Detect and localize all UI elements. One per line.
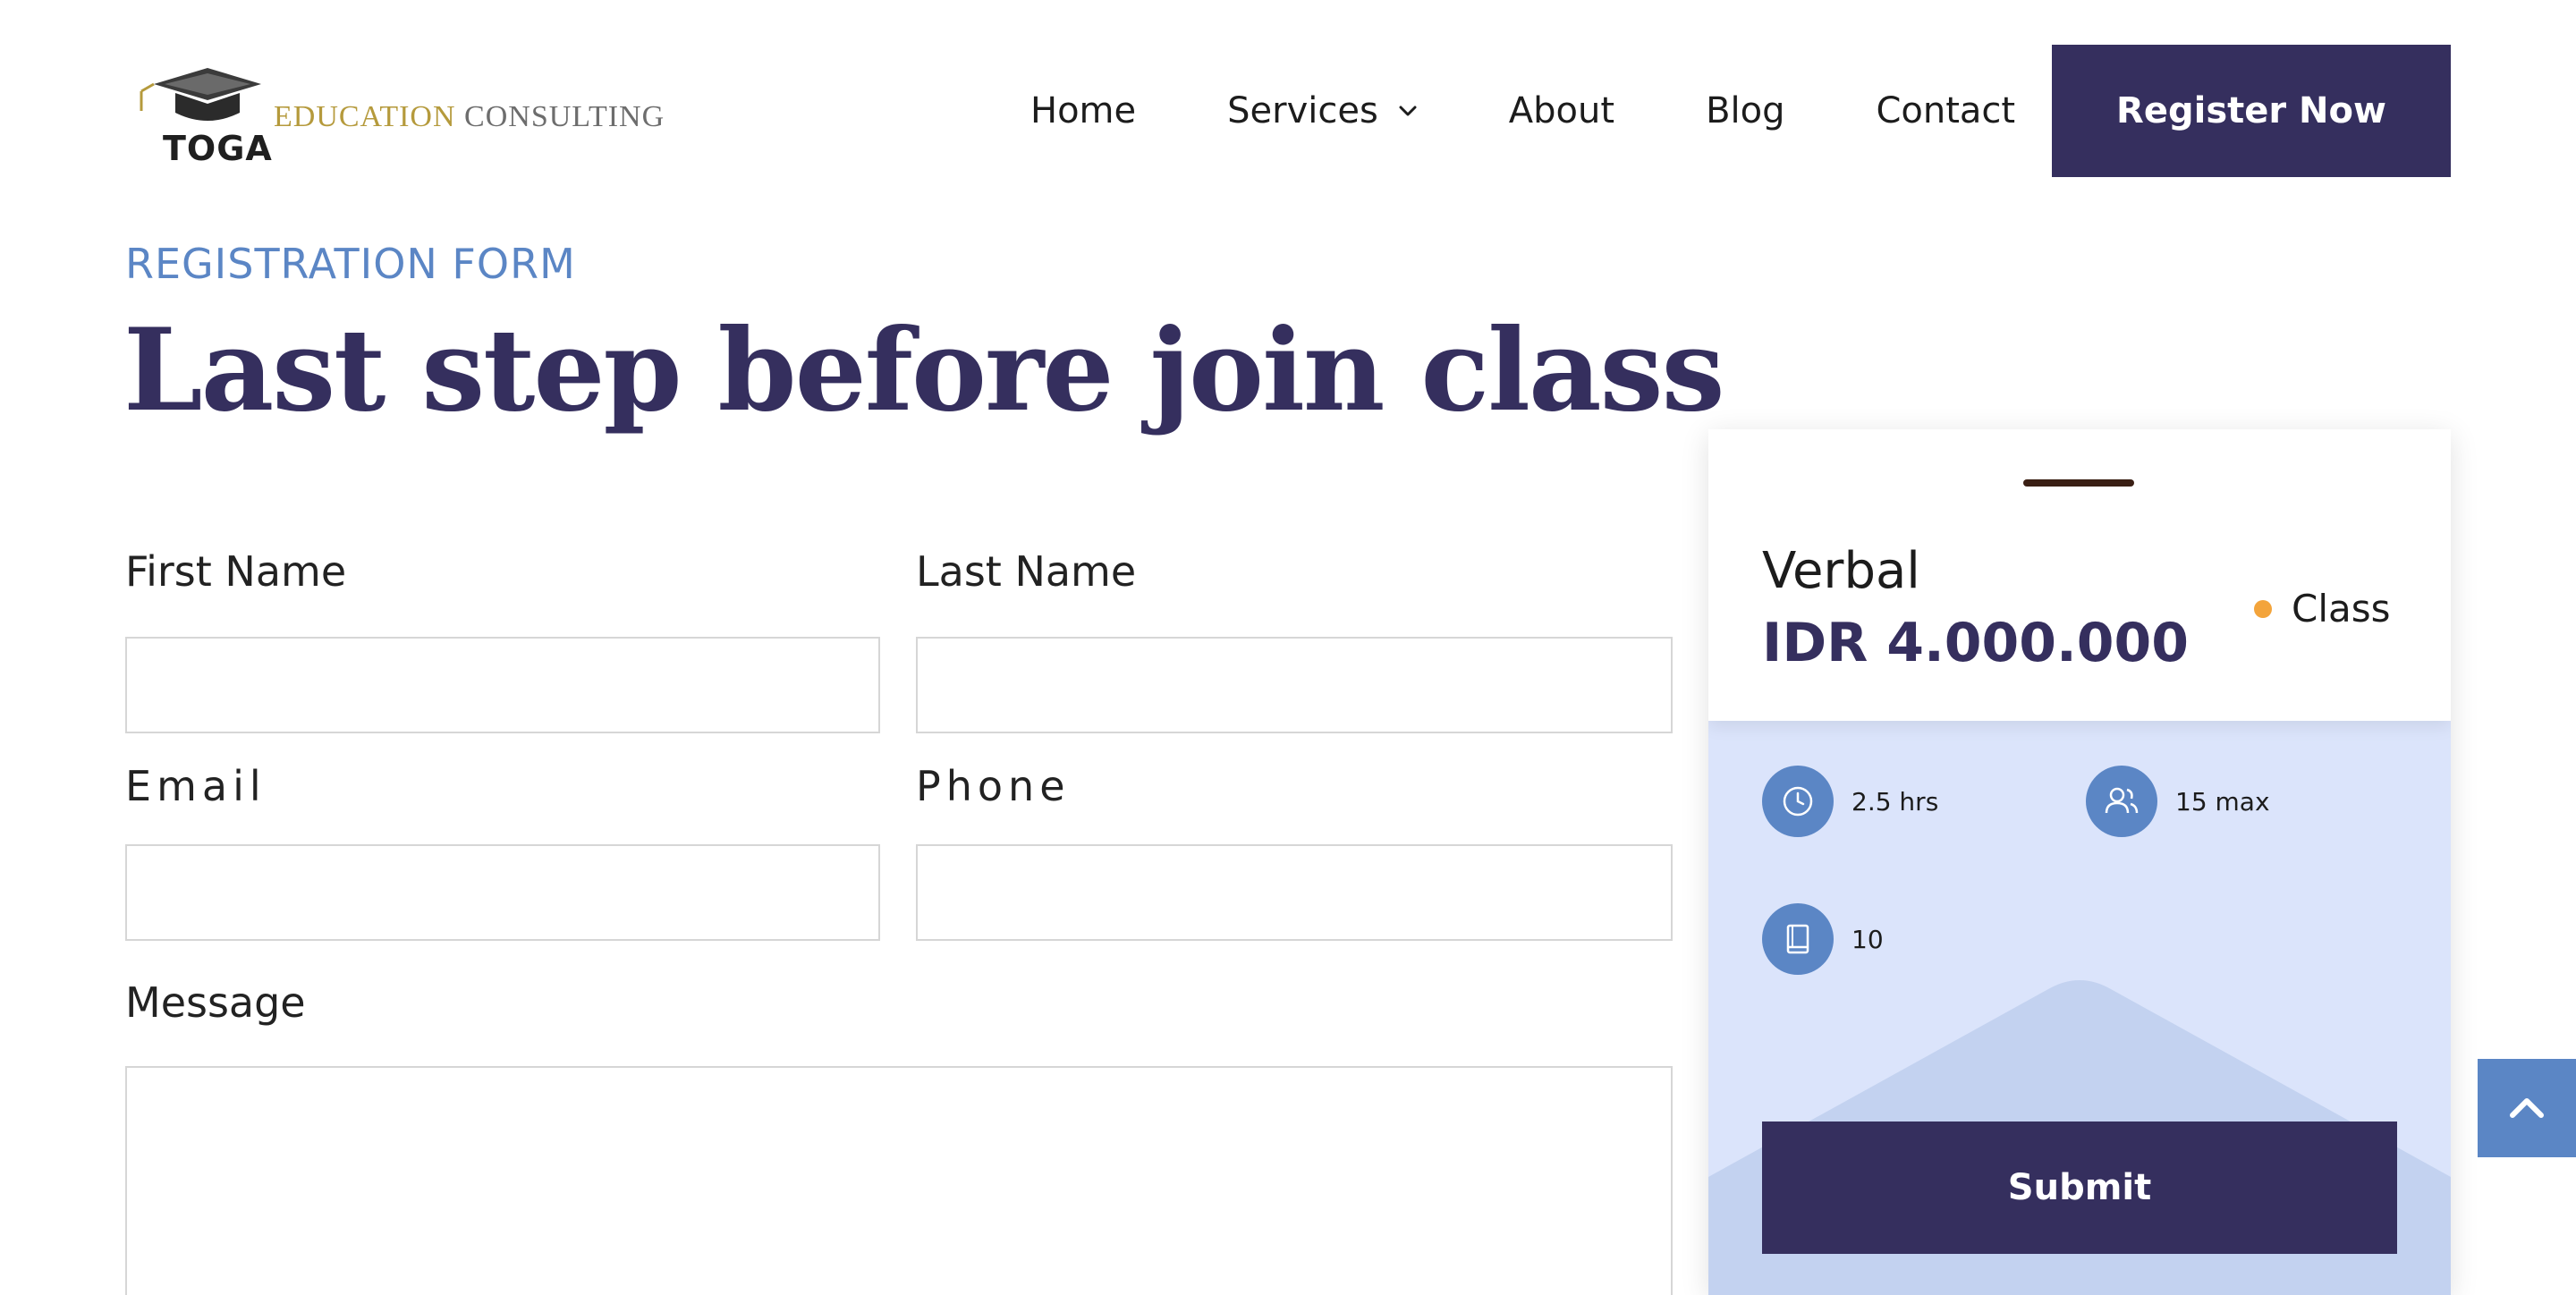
message-label: Message (125, 978, 306, 1027)
nav-services[interactable]: Services (1227, 90, 1418, 131)
logo-mark-text: TOGA (163, 129, 273, 168)
nav-blog[interactable]: Blog (1706, 90, 1784, 131)
status-dot-icon (2254, 599, 2272, 618)
submit-button[interactable]: Submit (1762, 1121, 2397, 1254)
capacity-text: 15 max (2175, 786, 2270, 817)
phone-label: Phone (916, 762, 1071, 810)
class-badge: Class (2254, 587, 2391, 631)
class-card-header: Verbal IDR 4.000.000 Class (1708, 429, 2451, 721)
scroll-to-top-button[interactable] (2478, 1059, 2576, 1157)
duration-text: 2.5 hrs (1852, 786, 1939, 817)
section-eyebrow: REGISTRATION FORM (125, 240, 576, 288)
main-nav: Home Services About Blog Contact (1030, 86, 2015, 136)
message-field[interactable] (125, 1066, 1673, 1295)
duration-feature: 2.5 hrs (1762, 766, 1938, 837)
graduation-cap-icon: TOGA (136, 61, 273, 168)
chevron-down-icon (1398, 101, 1418, 121)
clock-icon (1762, 766, 1834, 837)
users-icon (2086, 766, 2157, 837)
sessions-feature: 10 (1762, 903, 1884, 975)
register-now-button[interactable]: Register Now (2052, 45, 2451, 177)
chevron-up-icon (2510, 1098, 2544, 1118)
card-handle (2023, 479, 2134, 487)
logo-wordmark: EDUCATION CONSULTING (274, 100, 665, 134)
nav-about[interactable]: About (1509, 90, 1614, 131)
nav-services-label: Services (1227, 90, 1378, 131)
first-name-field[interactable] (125, 637, 880, 733)
logo-word-education: EDUCATION (274, 100, 456, 133)
last-name-field[interactable] (916, 637, 1673, 733)
class-price: IDR 4.000.000 (1762, 612, 2190, 674)
page-title: Last step before join class (123, 304, 1725, 436)
brand-logo[interactable]: TOGA EDUCATION CONSULTING (136, 57, 673, 168)
class-name: Verbal (1762, 542, 1920, 600)
class-badge-label: Class (2292, 587, 2391, 631)
first-name-label: First Name (125, 547, 347, 596)
nav-contact[interactable]: Contact (1876, 90, 2015, 131)
sessions-text: 10 (1852, 924, 1884, 954)
logo-word-consulting: CONSULTING (464, 100, 665, 133)
last-name-label: Last Name (916, 547, 1137, 596)
phone-field[interactable] (916, 844, 1673, 941)
email-field[interactable] (125, 844, 880, 941)
book-icon (1762, 903, 1834, 975)
email-label: Email (125, 762, 267, 810)
capacity-feature: 15 max (2086, 766, 2270, 837)
site-header: TOGA EDUCATION CONSULTING Home Services … (0, 0, 2576, 197)
nav-home[interactable]: Home (1030, 90, 1136, 131)
